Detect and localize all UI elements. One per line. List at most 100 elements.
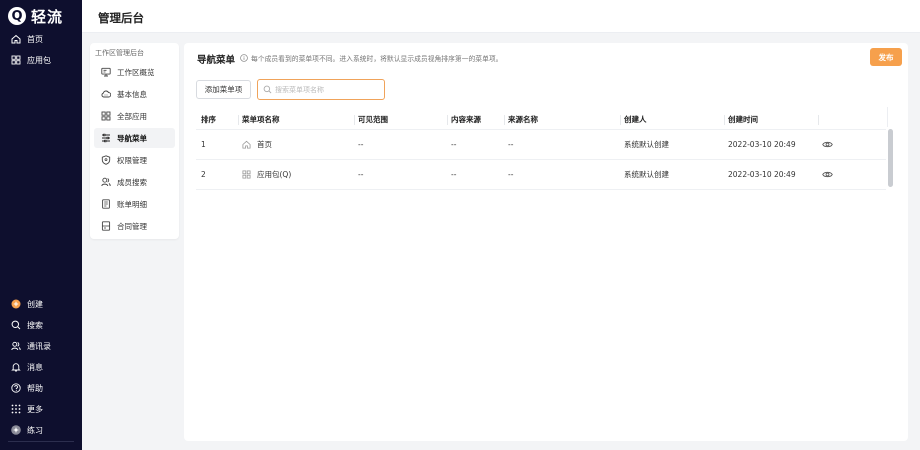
submenu-item-all-apps[interactable]: 全部应用 <box>94 106 175 126</box>
admin-submenu: 工作区管理后台 工作区概览 基本信息 全部应用 导航菜单 权限管理 成员搜索 账… <box>90 43 179 239</box>
eye-icon[interactable] <box>822 139 833 150</box>
submenu-item-member-search[interactable]: 成员搜索 <box>94 172 175 192</box>
column-header-created-time[interactable]: 创建时间 <box>724 110 758 129</box>
column-header-source[interactable]: 内容来源 <box>447 110 481 129</box>
document-icon <box>100 199 111 210</box>
rail-item-label: 首页 <box>27 34 43 44</box>
rail-item-contacts[interactable]: 通讯录 <box>10 339 51 353</box>
rail-item-label: 更多 <box>27 404 43 414</box>
column-header-name[interactable]: 菜单项名称 <box>238 110 280 129</box>
cell-actions <box>822 130 833 159</box>
submenu-item-label: 导航菜单 <box>117 133 147 143</box>
logo[interactable]: Q 轻流 <box>8 6 63 26</box>
submenu-item-label: 基本信息 <box>117 89 147 99</box>
cell-name: 应用包(Q) <box>242 160 291 189</box>
sliders-icon <box>100 133 111 144</box>
rail-item-home[interactable]: 首页 <box>10 32 43 46</box>
rail-item-search[interactable]: 搜索 <box>10 318 43 332</box>
info-icon <box>240 54 248 62</box>
cell-creator: 系统默认创建 <box>624 170 669 179</box>
table-header-row: 排序 菜单项名称 可见范围 内容来源 来源名称 创建人 创建时间 <box>196 110 886 130</box>
grid-icon <box>10 403 22 415</box>
column-header-scope[interactable]: 可见范围 <box>354 110 388 129</box>
section-title: 导航菜单 <box>197 55 236 66</box>
cell-source-name: -- <box>508 170 514 179</box>
left-rail: Q 轻流 首页 应用包 创建 搜索 通讯录 消息 帮助 更多 练习 <box>0 0 82 450</box>
column-header-creator[interactable]: 创建人 <box>620 110 647 129</box>
search-icon <box>10 319 22 331</box>
column-header-order[interactable]: 排序 <box>201 110 216 129</box>
apps-icon <box>242 170 251 179</box>
submenu-item-label: 全部应用 <box>117 111 147 121</box>
avatar-icon <box>10 424 22 436</box>
cell-source-name: -- <box>508 140 514 149</box>
publish-button[interactable]: 发布 <box>870 48 902 66</box>
scrollbar-thumb[interactable] <box>888 129 893 187</box>
search-box[interactable] <box>257 79 385 100</box>
contract-icon <box>100 221 111 232</box>
cell-scope: -- <box>358 140 364 149</box>
submenu-item-label: 账单明细 <box>117 199 147 209</box>
home-icon <box>10 33 22 45</box>
column-header-source-name[interactable]: 来源名称 <box>504 110 538 129</box>
table-row[interactable]: 2 应用包(Q) -- -- -- 系统默认创建 2022-03-10 20:4… <box>196 160 886 190</box>
rail-item-label: 帮助 <box>27 383 43 393</box>
monitor-icon <box>100 67 111 78</box>
rail-item-apps[interactable]: 应用包 <box>10 53 51 67</box>
rail-item-help[interactable]: 帮助 <box>10 381 43 395</box>
cell-source: -- <box>451 140 457 149</box>
submenu-item-label: 工作区概览 <box>117 67 155 77</box>
cell-source: -- <box>451 170 457 179</box>
logo-text: 轻流 <box>31 7 64 26</box>
rail-item-label: 应用包 <box>27 55 51 65</box>
rail-item-label: 搜索 <box>27 320 43 330</box>
tip-text: 每个成员看到的菜单项不同。进入系统时，将默认显示成员视角排序第一的菜单项。 <box>251 55 503 63</box>
submenu-item-basic-info[interactable]: 基本信息 <box>94 84 175 104</box>
rail-item-label: 练习 <box>27 425 43 435</box>
bell-icon <box>10 361 22 373</box>
submenu-item-nav-menu[interactable]: 导航菜单 <box>94 128 175 148</box>
cell-scope: -- <box>358 170 364 179</box>
cell-name-text: 应用包(Q) <box>257 170 292 179</box>
cell-actions <box>822 160 833 189</box>
submenu-item-label: 权限管理 <box>117 155 147 165</box>
submenu-title: 工作区管理后台 <box>95 49 144 57</box>
rail-item-create[interactable]: 创建 <box>10 297 43 311</box>
table-row[interactable]: 1 首页 -- -- -- 系统默认创建 2022-03-10 20:49 <box>196 130 886 160</box>
submenu-item-label: 成员搜索 <box>117 177 147 187</box>
cell-order: 2 <box>201 170 206 179</box>
cell-name-text: 首页 <box>257 140 272 149</box>
apps-icon <box>100 111 111 122</box>
main-panel: 导航菜单 每个成员看到的菜单项不同。进入系统时，将默认显示成员视角排序第一的菜单… <box>184 43 908 441</box>
submenu-item-overview[interactable]: 工作区概览 <box>94 62 175 82</box>
submenu-item-billing[interactable]: 账单明细 <box>94 194 175 214</box>
add-menu-item-button[interactable]: 添加菜单项 <box>196 80 251 99</box>
top-header: 管理后台 <box>82 0 920 33</box>
search-icon <box>263 85 272 94</box>
submenu-item-label: 合同管理 <box>117 221 147 231</box>
apps-icon <box>10 54 22 66</box>
submenu-item-contracts[interactable]: 合同管理 <box>94 216 175 236</box>
home-icon <box>242 140 251 149</box>
search-input[interactable] <box>275 85 375 94</box>
rail-item-user[interactable]: 练习 <box>10 423 43 437</box>
rail-divider <box>8 441 74 442</box>
contacts-icon <box>10 340 22 352</box>
rail-item-label: 通讯录 <box>27 341 51 351</box>
rail-item-more[interactable]: 更多 <box>10 402 43 416</box>
menu-table: 排序 菜单项名称 可见范围 内容来源 来源名称 创建人 创建时间 1 首页 --… <box>196 110 886 190</box>
scrollbar-header-gap <box>887 107 895 127</box>
section-tip: 每个成员看到的菜单项不同。进入系统时，将默认显示成员视角排序第一的菜单项。 <box>240 53 502 63</box>
users-icon <box>100 177 111 188</box>
page-title: 管理后台 <box>98 11 144 25</box>
table-scrollbar[interactable] <box>887 107 895 191</box>
submenu-item-permissions[interactable]: 权限管理 <box>94 150 175 170</box>
cell-created-time: 2022-03-10 20:49 <box>728 170 796 179</box>
rail-item-messages[interactable]: 消息 <box>10 360 43 374</box>
cell-creator: 系统默认创建 <box>624 140 669 149</box>
rail-item-label: 创建 <box>27 299 43 309</box>
cloud-icon <box>100 89 111 100</box>
eye-icon[interactable] <box>822 169 833 180</box>
plus-circle-icon <box>10 298 22 310</box>
cell-name: 首页 <box>242 130 272 159</box>
